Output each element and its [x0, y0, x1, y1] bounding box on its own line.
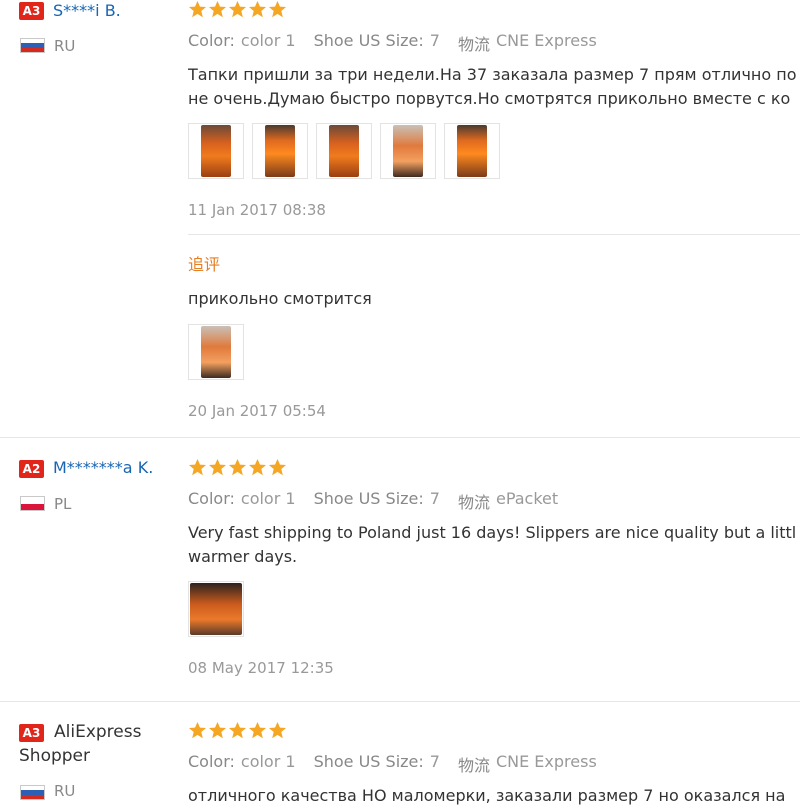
shipping-label: 物流	[457, 35, 490, 54]
review-photo-thumbnail[interactable]	[188, 324, 244, 380]
star-icon	[248, 458, 267, 477]
color-value: color 1	[240, 752, 296, 771]
star-icon	[268, 721, 287, 740]
star-icon	[228, 721, 247, 740]
review-photos	[188, 581, 244, 637]
star-rating	[188, 458, 287, 478]
review-date: 08 May 2017 12:35	[188, 659, 334, 677]
star-rating	[188, 721, 287, 741]
reviewer-name: AliExpress	[54, 722, 142, 742]
size-value: 7	[429, 752, 440, 771]
followup-label: 追评	[188, 255, 221, 274]
star-icon	[188, 458, 207, 477]
order-info: Color: color 1 Shoe US Size: 7 物流 CNE Ex…	[188, 31, 597, 55]
review-text-line: Тапки пришли за три недели.На 37 заказал…	[188, 65, 797, 84]
review-photo-thumbnail[interactable]	[316, 123, 372, 179]
order-info: Color: color 1 Shoe US Size: 7 物流 ePacke…	[188, 489, 558, 513]
followup-text: прикольно смотрится	[188, 289, 372, 308]
size-label: Shoe US Size:	[313, 489, 424, 508]
divider	[0, 437, 800, 438]
review-photo-thumbnail[interactable]	[188, 123, 244, 179]
star-icon	[208, 721, 227, 740]
buyer-level-badge: A3	[19, 2, 44, 20]
followup-photos	[188, 324, 244, 380]
review-date: 11 Jan 2017 08:38	[188, 201, 326, 219]
star-icon	[188, 0, 207, 19]
star-icon	[228, 0, 247, 19]
buyer-level-badge: A2	[19, 460, 44, 478]
review-photo-thumbnail[interactable]	[252, 123, 308, 179]
reviewer-country: RU	[54, 782, 76, 800]
review-text-line: Very fast shipping to Poland just 16 day…	[188, 523, 797, 542]
review-photo-thumbnail[interactable]	[188, 581, 244, 637]
review-text-line: не очень.Думаю быстро порвутся.Но смотря…	[188, 89, 791, 108]
shipping-value: ePacket	[495, 489, 559, 508]
size-label: Shoe US Size:	[313, 31, 424, 50]
star-icon	[208, 458, 227, 477]
star-icon	[208, 0, 227, 19]
reviewer-name: Shopper	[19, 746, 90, 766]
size-value: 7	[429, 31, 440, 50]
reviewer-country: RU	[54, 37, 76, 55]
color-label: Color:	[188, 752, 235, 771]
divider	[0, 701, 800, 702]
color-label: Color:	[188, 489, 235, 508]
russia-flag-icon	[20, 38, 45, 53]
reviewer-name-link[interactable]: S****i B.	[53, 1, 121, 20]
shipping-value: CNE Express	[495, 752, 597, 771]
color-label: Color:	[188, 31, 235, 50]
shipping-label: 物流	[457, 493, 490, 512]
divider	[188, 234, 800, 235]
star-icon	[268, 0, 287, 19]
review-photo-thumbnail[interactable]	[380, 123, 436, 179]
shipping-value: CNE Express	[495, 31, 597, 50]
russia-flag-icon	[20, 785, 45, 800]
color-value: color 1	[240, 489, 296, 508]
star-icon	[188, 721, 207, 740]
review-photos	[188, 123, 500, 179]
reviewer-name-link[interactable]: M*******a K.	[53, 458, 153, 477]
star-icon	[268, 458, 287, 477]
size-value: 7	[429, 489, 440, 508]
reviewer-country: PL	[54, 495, 72, 513]
followup-date: 20 Jan 2017 05:54	[188, 402, 326, 420]
star-icon	[248, 721, 267, 740]
star-icon	[248, 0, 267, 19]
color-value: color 1	[240, 31, 296, 50]
review-text-line: warmer days.	[188, 547, 298, 566]
size-label: Shoe US Size:	[313, 752, 424, 771]
buyer-level-badge: A3	[19, 724, 44, 742]
poland-flag-icon	[20, 496, 45, 511]
star-rating	[188, 0, 287, 20]
shipping-label: 物流	[457, 756, 490, 775]
review-photo-thumbnail[interactable]	[444, 123, 500, 179]
review-text-line: отличного качества НО маломерки, заказал…	[188, 786, 786, 805]
star-icon	[228, 458, 247, 477]
order-info: Color: color 1 Shoe US Size: 7 物流 CNE Ex…	[188, 752, 597, 776]
